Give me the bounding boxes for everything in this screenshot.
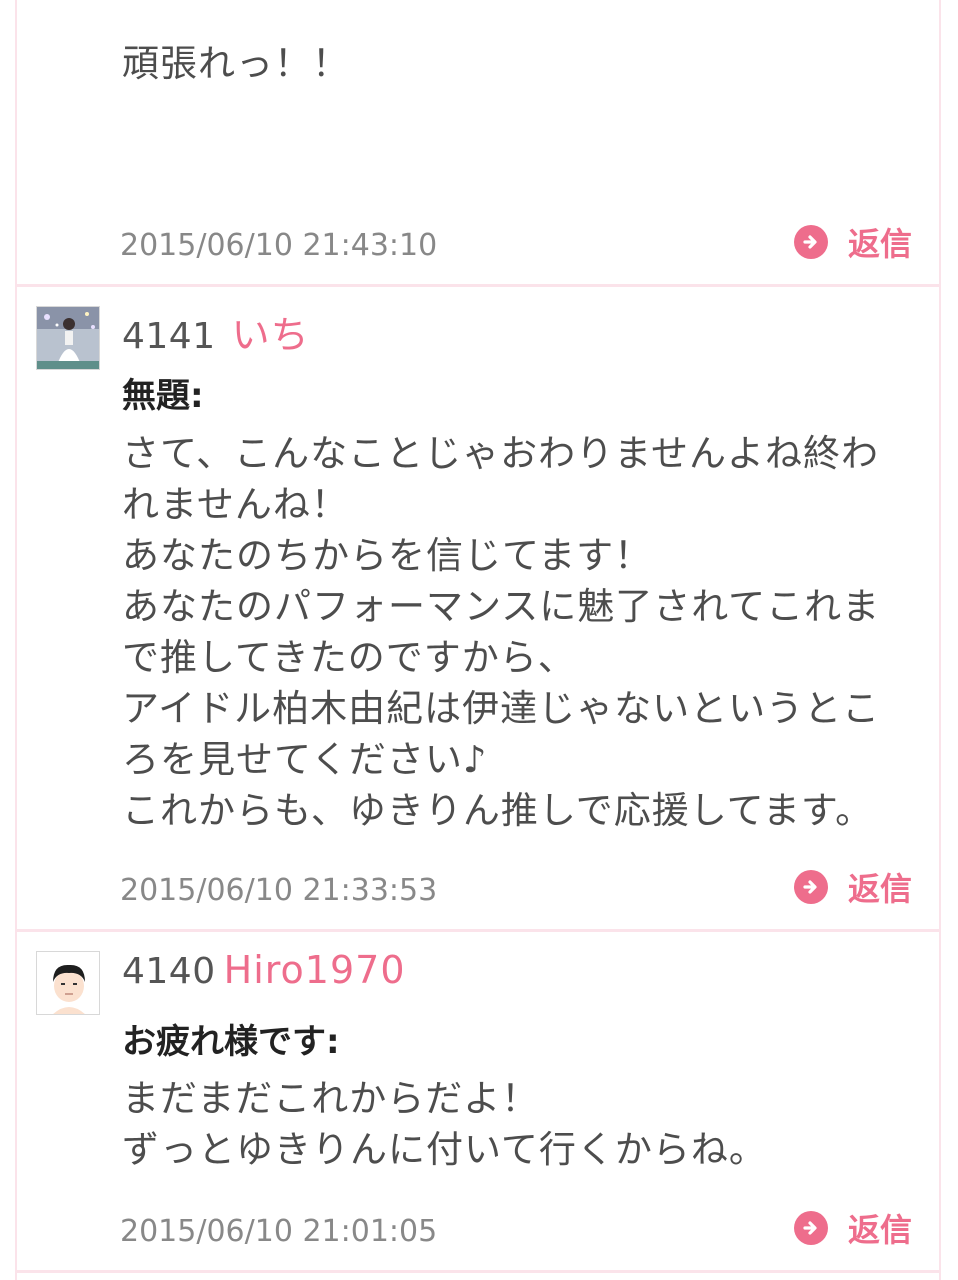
reply-button[interactable]: 返信 (794, 865, 912, 909)
avatar[interactable] (36, 306, 100, 370)
comment-number: 4141 (122, 316, 216, 357)
comment-body: まだまだこれからだよ！ ずっとゆきりんに付いて行くからね。 (122, 1077, 767, 1171)
comment-username[interactable]: いち (232, 304, 310, 359)
avatar[interactable] (36, 951, 100, 1015)
comment-body: 頑張れっ！！ (122, 42, 350, 85)
reply-arrow-icon (794, 225, 828, 259)
reply-arrow-icon (794, 1211, 828, 1245)
divider (15, 1270, 941, 1273)
divider (15, 284, 941, 287)
comment-subject: 無題: (122, 376, 204, 416)
comment-timestamp: 2015/06/10 21:01:05 (120, 1214, 438, 1249)
reply-arrow-icon (794, 870, 828, 904)
comment-timestamp: 2015/06/10 21:43:10 (120, 228, 438, 263)
reply-button[interactable]: 返信 (794, 1206, 912, 1250)
comment-body: さて、こんなことじゃおわりませんよね終わ れませんね！ あなたのちからを信じてま… (122, 432, 881, 832)
comment-subject: お疲れ様です: (122, 1022, 340, 1062)
comment-header: 4140 Hiro1970 (122, 948, 406, 998)
comment-timestamp: 2015/06/10 21:33:53 (120, 873, 438, 908)
comment-number: 4140 (122, 951, 216, 992)
divider (15, 929, 941, 932)
reply-button[interactable]: 返信 (794, 220, 912, 264)
comment-username[interactable]: Hiro1970 (224, 948, 406, 992)
comment-header: 4141 いち (122, 304, 310, 357)
